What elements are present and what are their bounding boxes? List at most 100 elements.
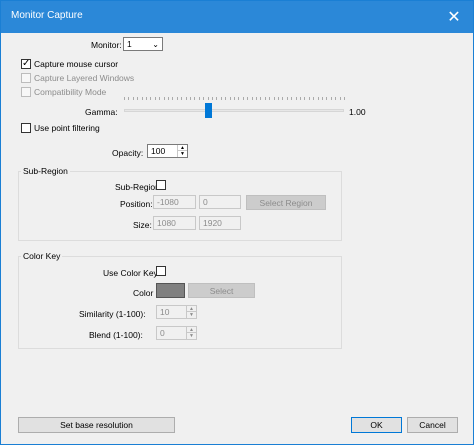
slider-tick	[137, 97, 138, 100]
slider-tick	[150, 97, 151, 100]
slider-tick	[177, 97, 178, 100]
slider-tick	[304, 97, 305, 100]
opacity-spin-buttons[interactable]: ▲ ▼	[177, 145, 187, 157]
compat-mode-label: Compatibility Mode	[34, 87, 107, 97]
size-height-value: 1920	[203, 218, 222, 228]
gamma-slider[interactable]	[124, 97, 345, 125]
slider-tick	[331, 97, 332, 100]
blend-spinbox[interactable]: 0 ▲ ▼	[156, 326, 197, 340]
subregion-enable-checkbox[interactable]	[156, 180, 166, 190]
close-button[interactable]: ✕	[441, 4, 467, 30]
cancel-label: Cancel	[419, 420, 446, 430]
ok-label: OK	[370, 420, 383, 430]
set-base-resolution-label: Set base resolution	[60, 420, 133, 430]
spin-down-icon[interactable]: ▼	[178, 151, 187, 157]
subregion-size-label: Size:	[133, 220, 152, 230]
opacity-label: Opacity:	[112, 148, 144, 158]
slider-tick	[313, 97, 314, 100]
similarity-spin-buttons[interactable]: ▲ ▼	[186, 306, 196, 318]
slider-tick	[326, 97, 327, 100]
slider-tick	[230, 97, 231, 100]
similarity-label: Similarity (1-100):	[79, 309, 146, 319]
slider-tick	[190, 97, 191, 100]
slider-tick	[260, 97, 261, 100]
slider-tick	[291, 97, 292, 100]
compat-mode-checkbox[interactable]	[21, 87, 31, 97]
point-filter-checkbox[interactable]	[21, 123, 31, 133]
ok-button[interactable]: OK	[351, 417, 402, 433]
position-y-value: 0	[203, 197, 208, 207]
monitor-label: Monitor:	[91, 40, 122, 50]
slider-tick	[172, 97, 173, 100]
capture-layered-label: Capture Layered Windows	[34, 73, 135, 83]
similarity-value: 10	[160, 307, 170, 317]
slider-tick	[168, 97, 169, 100]
slider-tick	[282, 97, 283, 100]
gamma-slider-track	[124, 109, 344, 112]
capture-mouse-checkbox[interactable]	[21, 57, 31, 71]
slider-tick	[335, 97, 336, 100]
slider-tick	[159, 97, 160, 100]
monitor-value: 1	[127, 39, 132, 49]
position-y-input[interactable]: 0	[199, 195, 241, 209]
slider-tick	[252, 97, 253, 100]
monitor-select[interactable]: 1 ⌄	[123, 37, 163, 51]
cancel-button[interactable]: Cancel	[407, 417, 458, 433]
size-width-input[interactable]: 1080	[153, 216, 196, 230]
use-colorkey-checkbox[interactable]	[156, 266, 166, 276]
opacity-spinbox[interactable]: 100 ▲ ▼	[147, 144, 188, 158]
capture-layered-checkbox[interactable]	[21, 73, 31, 83]
slider-tick	[247, 97, 248, 100]
subregion-group-title: Sub-Region	[21, 165, 70, 177]
slider-tick	[142, 97, 143, 100]
slider-tick	[322, 97, 323, 100]
slider-tick	[278, 97, 279, 100]
blend-value: 0	[160, 328, 165, 338]
set-base-resolution-button[interactable]: Set base resolution	[18, 417, 175, 433]
position-x-input[interactable]: -1080	[153, 195, 196, 209]
use-colorkey-label: Use Color Key:	[103, 268, 161, 278]
blend-label: Blend (1-100):	[89, 330, 143, 340]
similarity-spinbox[interactable]: 10 ▲ ▼	[156, 305, 197, 319]
blend-spin-buttons[interactable]: ▲ ▼	[186, 327, 196, 339]
slider-tick	[221, 97, 222, 100]
close-icon: ✕	[447, 9, 461, 26]
slider-tick	[124, 97, 125, 100]
gamma-slider-thumb[interactable]	[205, 103, 212, 118]
slider-tick	[199, 97, 200, 100]
gamma-label: Gamma:	[85, 107, 118, 117]
size-width-value: 1080	[157, 218, 176, 228]
slider-tick	[155, 97, 156, 100]
select-region-label: Select Region	[259, 197, 313, 208]
slider-tick	[274, 97, 275, 100]
spin-down-icon[interactable]: ▼	[187, 333, 196, 339]
slider-tick	[243, 97, 244, 100]
color-select-label: Select	[209, 285, 234, 296]
slider-tick	[256, 97, 257, 100]
slider-tick	[225, 97, 226, 100]
color-select-button[interactable]: Select	[188, 283, 255, 298]
slider-tick	[164, 97, 165, 100]
slider-tick	[128, 97, 129, 100]
position-x-value: -1080	[157, 197, 179, 207]
slider-tick	[212, 97, 213, 100]
slider-tick	[234, 97, 235, 100]
size-height-input[interactable]: 1920	[199, 216, 241, 230]
slider-tick	[146, 97, 147, 100]
slider-tick	[186, 97, 187, 100]
slider-tick	[340, 97, 341, 100]
subregion-position-label: Position:	[120, 199, 153, 209]
select-region-button[interactable]: Select Region	[246, 195, 326, 210]
slider-tick	[318, 97, 319, 100]
slider-tick	[296, 97, 297, 100]
point-filter-label: Use point filtering	[34, 123, 100, 133]
title-bar: Monitor Capture ✕	[1, 1, 473, 33]
slider-tick	[238, 97, 239, 100]
slider-tick	[287, 97, 288, 100]
slider-tick	[133, 97, 134, 100]
slider-tick	[344, 97, 345, 100]
slider-tick	[208, 97, 209, 100]
slider-tick	[181, 97, 182, 100]
color-swatch[interactable]	[156, 283, 185, 298]
spin-down-icon[interactable]: ▼	[187, 312, 196, 318]
